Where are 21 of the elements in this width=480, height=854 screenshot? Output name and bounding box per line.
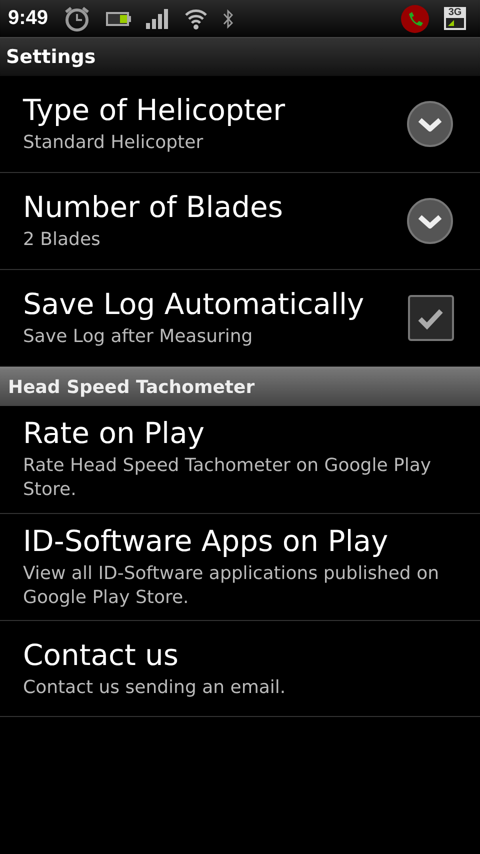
preference-summary: Rate Head Speed Tachometer on Google Play Store. — [23, 454, 432, 502]
preference-summary: Contact us sending an email. — [23, 676, 287, 700]
preference-summary: View all ID-Software applications published on Google Play Store. — [23, 562, 440, 610]
preference-title: Rate on Play — [23, 416, 206, 450]
preference-item[interactable]: Number of Blades 2 Blades — [0, 173, 480, 270]
preference-item[interactable]: Type of Helicopter Standard Helicopter — [0, 76, 480, 173]
category-title: Head Speed Tachometer — [8, 376, 255, 398]
preference-summary: 2 Blades — [23, 228, 102, 252]
preference-title: Save Log Automatically — [23, 286, 366, 321]
preference-item[interactable]: Rate on Play Rate Head Speed Tachometer on Google Play Store. — [0, 406, 480, 514]
preference-title: Number of Blades — [23, 190, 284, 224]
network-type-label: 3G — [448, 8, 462, 18]
clock-time: 9:49 — [8, 7, 48, 30]
preference-item[interactable]: ID-Software Apps on Play View all ID-Software applications published on Google Play Store. — [0, 514, 480, 622]
preference-summary: Standard Helicopter — [23, 130, 204, 155]
preference-title: Type of Helicopter — [23, 92, 286, 127]
screen-title: Settings — [6, 46, 96, 68]
preference-summary: Save Log after Measuring — [23, 324, 254, 349]
preference-title: Contact us — [23, 638, 180, 672]
preference-title: ID-Software Apps on Play — [23, 524, 390, 558]
preference-item[interactable]: Contact us Contact us sending an email. — [0, 621, 480, 718]
